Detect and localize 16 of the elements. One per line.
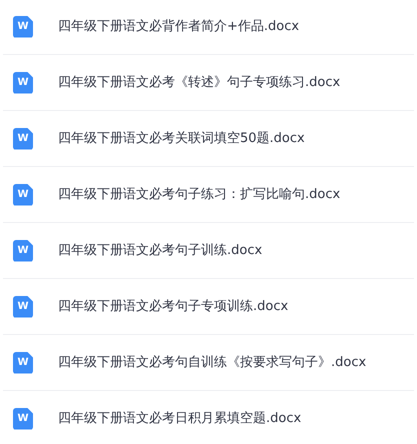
file-name[interactable]: 四年级下册语文必考《转述》句子专项练习.docx [58,72,340,92]
word-file-icon: W [13,296,33,318]
file-name[interactable]: 四年级下册语文必考句子训练.docx [58,240,262,260]
word-file-icon: W [13,72,33,94]
file-name[interactable]: 四年级下册语文必考句自训练《按要求写句子》.docx [58,352,366,372]
file-name[interactable]: 四年级下册语文必考句子专项训练.docx [58,296,288,316]
file-name[interactable]: 四年级下册语文必考句子练习：扩写比喻句.docx [58,184,340,204]
word-file-icon: W [13,240,33,262]
file-name[interactable]: 四年级下册语文必背作者简介+作品.docx [58,16,300,36]
word-file-icon: W [13,184,33,206]
word-file-icon: W [13,408,33,430]
word-file-icon: W [13,128,33,150]
file-name[interactable]: 四年级下册语文必考日积月累填空题.docx [58,408,302,428]
file-name[interactable]: 四年级下册语文必考关联词填空50题.docx [58,128,305,148]
word-file-icon: W [13,352,33,374]
word-file-icon: W [13,16,33,38]
